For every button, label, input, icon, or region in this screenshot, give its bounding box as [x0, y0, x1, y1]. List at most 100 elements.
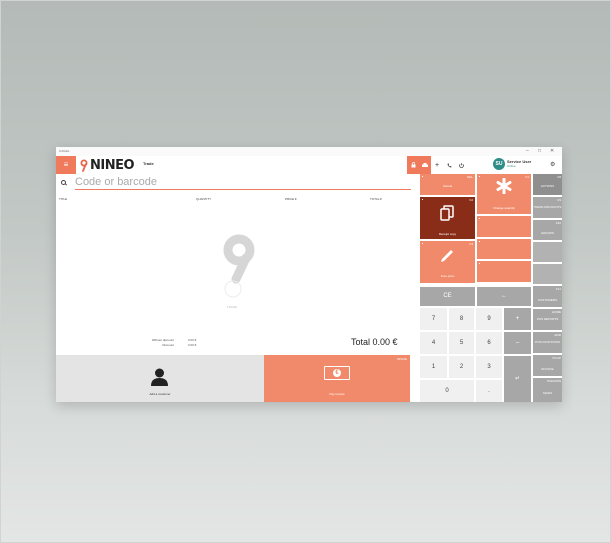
numpad-0[interactable]: 0: [420, 380, 474, 402]
sidebar-item-actions[interactable]: F8 ACTIONS: [533, 174, 562, 195]
watermark-label: TRADE: [226, 305, 238, 309]
close-button[interactable]: ✕: [550, 148, 554, 155]
numpad-2[interactable]: 2: [449, 356, 474, 378]
sidebar-label: POS REPORTS: [536, 317, 559, 321]
barcode-input[interactable]: [75, 175, 411, 190]
discount-label: Discount: [162, 343, 174, 347]
add-customer-label: Add a customer: [149, 392, 171, 396]
sidebar-item-invoice[interactable]: PGUP INVOICE: [533, 355, 562, 376]
numpad-dot[interactable]: .: [476, 380, 502, 402]
pay-label: Pay receipt: [329, 392, 345, 396]
asterisk-icon: [496, 178, 512, 194]
col-price: PRICE €: [285, 197, 297, 201]
sidebar-item-empty-2[interactable]: [533, 264, 562, 284]
enter-button[interactable]: ↵: [504, 356, 531, 402]
printer-icon[interactable]: [419, 156, 431, 174]
search-bar: [56, 174, 419, 192]
sidebar-item-customers[interactable]: F11 CUSTOMERS: [533, 286, 562, 307]
power-icon[interactable]: [455, 156, 467, 174]
sidebar-shortcut: F8: [557, 175, 561, 179]
change-quantity-shortcut: F1: [525, 175, 529, 179]
receipt-copy-label: Receipt copy: [438, 232, 457, 236]
sidebar-label: INVOICE: [541, 367, 554, 371]
header-toolbar: +: [407, 156, 467, 174]
window-title: In Point: [59, 149, 70, 153]
numpad-8[interactable]: 8: [449, 308, 474, 330]
clear-entry-button[interactable]: CE: [420, 287, 475, 306]
phone-icon[interactable]: [443, 156, 455, 174]
search-icon: [61, 180, 66, 185]
free-price-label: Free price: [440, 274, 455, 278]
cancel-label: Cancel: [442, 184, 453, 188]
change-quantity-button[interactable]: F1 Change quantity: [477, 174, 531, 214]
sidebar-shortcut: HOME: [552, 310, 561, 314]
sidebar-item-discounts[interactable]: F9 ITEMS DISCOUNTS: [533, 197, 562, 218]
receipt-copy-shortcut: F2: [469, 198, 473, 202]
pay-receipt-button[interactable]: SPACE Pay receipt: [264, 355, 410, 402]
sidebar-label: GROUPS: [540, 231, 554, 235]
col-total: TOTAL €: [370, 197, 382, 201]
empty-tile-2[interactable]: [477, 239, 531, 259]
logo-mark-icon: [80, 159, 88, 172]
minimize-button[interactable]: –: [526, 148, 529, 155]
sidebar-shortcut: F11: [556, 287, 561, 291]
empty-tile-1[interactable]: [477, 216, 531, 237]
sidebar-label: ITEMS DISCOUNTS: [533, 205, 562, 209]
numpad-4[interactable]: 4: [420, 332, 447, 354]
total-label: Total: [351, 337, 371, 347]
app-header: ≡ NINEO Trade + SU Service User Online ⚙: [56, 156, 562, 174]
subtotals: Without discount 0.00 € Discount 0.00 €: [137, 338, 197, 348]
pay-shortcut: SPACE: [397, 357, 407, 361]
module-title: Trade: [143, 161, 154, 166]
pencil-icon: [441, 250, 453, 262]
add-customer-button[interactable]: Add a customer: [56, 355, 264, 402]
numpad-3[interactable]: 3: [476, 356, 502, 378]
sidebar-item-pos-functions[interactable]: END POS FUNCTIONS: [533, 332, 562, 353]
receipt-copy-button[interactable]: F2 Receipt copy: [420, 197, 475, 239]
sidebar-item-groups[interactable]: F10 GROUPS: [533, 220, 562, 240]
sidebar-label: CUSTOMERS: [537, 298, 558, 302]
backspace-button[interactable]: ←: [477, 287, 531, 306]
minus-button[interactable]: –: [504, 332, 531, 354]
trade-watermark-icon: [223, 234, 255, 298]
sidebar-label: SIGNS: [542, 391, 553, 395]
copy-icon: [440, 205, 454, 221]
maximize-button[interactable]: □: [538, 148, 541, 155]
free-price-shortcut: F4: [469, 242, 473, 246]
plus-icon[interactable]: +: [431, 156, 443, 174]
hamburger-icon[interactable]: ≡: [56, 156, 76, 174]
numpad-6[interactable]: 6: [476, 332, 502, 354]
user-status: Online: [507, 164, 516, 168]
sidebar-shortcut: END: [554, 333, 561, 337]
sidebar-shortcut: PGDOWN: [547, 379, 561, 383]
logo-wordmark: NINEO: [90, 157, 135, 173]
sidebar-item-pos-reports[interactable]: HOME POS REPORTS: [533, 309, 562, 330]
numpad-9[interactable]: 9: [476, 308, 502, 330]
total-value: 0.00 €: [372, 337, 398, 347]
sidebar-item-empty-1[interactable]: [533, 242, 562, 262]
user-icon: [151, 368, 168, 386]
plus-button[interactable]: +: [504, 308, 531, 330]
change-quantity-label: Change quantity: [493, 206, 515, 210]
user-badge[interactable]: SU Service User Online: [493, 158, 531, 170]
sidebar-shortcut: F10: [555, 221, 561, 225]
sidebar-label: POS FUNCTIONS: [535, 340, 560, 344]
nineo-logo: NINEO: [80, 157, 135, 173]
free-price-button[interactable]: F4 Free price: [420, 241, 475, 283]
numpad-5[interactable]: 5: [449, 332, 474, 354]
lock-icon[interactable]: [407, 156, 419, 174]
sidebar-item-signs[interactable]: PGDOWN SIGNS: [533, 378, 562, 402]
avatar: SU: [493, 158, 505, 170]
cancel-button[interactable]: DEL Cancel: [420, 174, 475, 195]
grand-total: Total 0.00 €: [351, 337, 398, 347]
cancel-shortcut: DEL: [467, 175, 473, 179]
window-titlebar: In Point – □ ✕: [56, 147, 562, 156]
numpad-1[interactable]: 1: [420, 356, 447, 378]
sidebar-shortcut: F9: [557, 198, 561, 202]
col-title: TITLE: [59, 197, 68, 201]
gear-icon[interactable]: ⚙: [550, 162, 555, 168]
banknote-icon: [324, 366, 350, 380]
empty-tile-3[interactable]: [477, 261, 531, 282]
numpad-7[interactable]: 7: [420, 308, 447, 330]
pos-window: In Point – □ ✕ ≡ NINEO Trade + SU Servic…: [56, 147, 562, 402]
